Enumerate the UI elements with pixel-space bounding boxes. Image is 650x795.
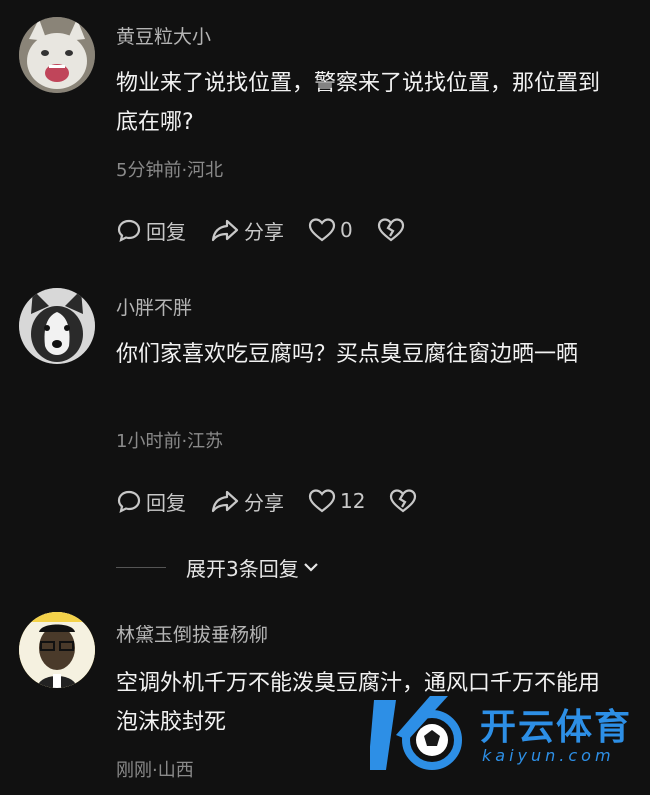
share-label: 分享	[244, 490, 284, 515]
divider	[116, 566, 166, 568]
watermark-en: kaiyun.com	[482, 746, 615, 765]
share-icon	[211, 490, 239, 513]
husky-avatar-icon	[19, 288, 95, 364]
like-button[interactable]: 0	[308, 217, 353, 243]
share-label: 分享	[244, 219, 284, 244]
avatar[interactable]	[19, 17, 95, 93]
reply-button[interactable]: 回复	[116, 487, 186, 516]
avatar[interactable]	[19, 612, 95, 688]
watermark: 开云体育 kaiyun.com	[370, 690, 640, 780]
comment-text: 物业来了说找位置，警察来了说找位置，那位置到底在哪?	[116, 71, 601, 135]
username[interactable]: 林黛玉倒拔垂杨柳	[116, 620, 268, 647]
share-button[interactable]: 分享	[210, 216, 284, 245]
watermark-cn: 开云体育	[480, 707, 633, 748]
like-count: 12	[340, 489, 366, 513]
heart-icon	[308, 489, 336, 513]
comment-meta: 1小时前·江苏	[116, 431, 224, 452]
username[interactable]: 小胖不胖	[116, 293, 192, 320]
dislike-button[interactable]	[377, 217, 409, 243]
like-button[interactable]: 12	[308, 488, 365, 514]
comment-actions: 回复 分享 12	[116, 486, 445, 516]
dislike-button[interactable]	[389, 488, 421, 514]
heart-icon	[308, 218, 336, 242]
comment-meta: 刚刚·山西	[116, 760, 194, 781]
reply-icon	[117, 490, 141, 514]
comment-text: 你们家喜欢吃豆腐吗？买点臭豆腐往窗边晒一晒	[116, 342, 579, 367]
broken-heart-icon	[390, 489, 417, 513]
broken-heart-icon	[377, 218, 404, 242]
reply-button[interactable]: 回复	[116, 216, 186, 245]
avatar[interactable]	[19, 288, 95, 364]
comment-meta: 5分钟前·河北	[116, 160, 224, 181]
reply-label: 回复	[146, 490, 186, 515]
reply-label: 回复	[146, 219, 186, 244]
expand-replies-button[interactable]: 展开3条回复	[116, 552, 321, 582]
kaiyun-logo-icon	[370, 696, 462, 770]
username[interactable]: 黄豆粒大小	[116, 22, 211, 49]
chevron-down-icon	[303, 563, 318, 572]
reply-icon	[117, 219, 141, 243]
comment-actions: 回复 分享 0	[116, 215, 433, 245]
share-button[interactable]: 分享	[210, 487, 284, 516]
expand-replies-label: 展开3条回复	[186, 556, 299, 581]
cartoon-avatar-icon	[19, 612, 95, 688]
cat-avatar-icon	[19, 17, 95, 93]
like-count: 0	[340, 218, 353, 242]
share-icon	[211, 219, 239, 242]
